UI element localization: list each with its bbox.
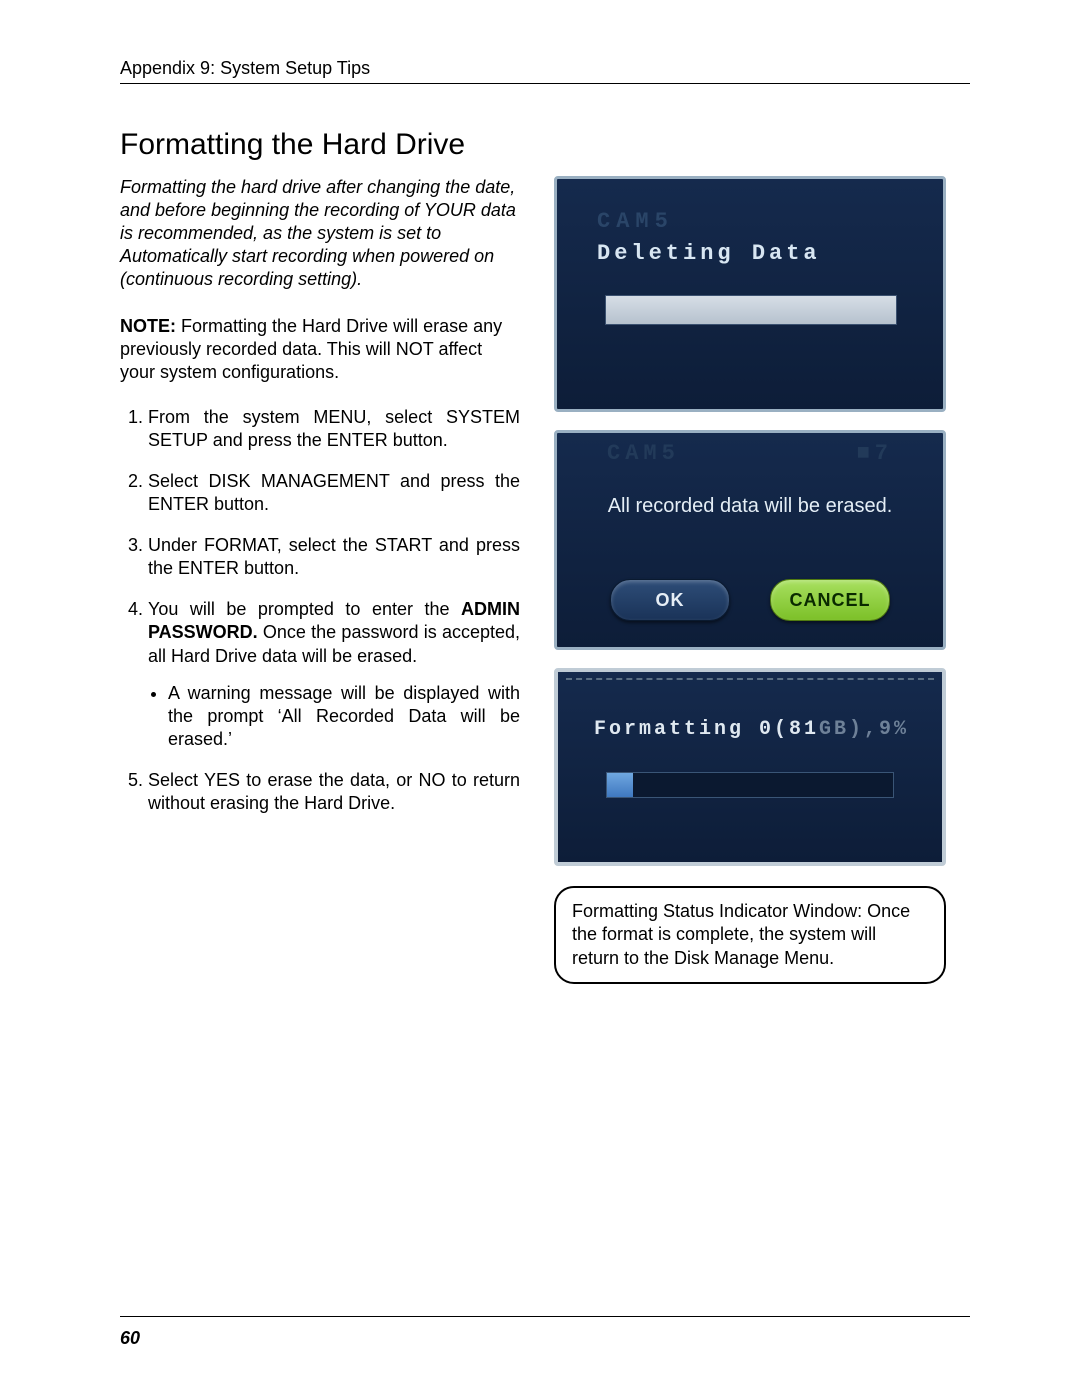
formatting-progress-bar bbox=[606, 772, 894, 798]
formatting-progress-fill bbox=[607, 773, 633, 797]
page: Appendix 9: System Setup Tips Formatting… bbox=[0, 0, 1080, 1397]
cam-ghost-row: CAM5 ■7 bbox=[557, 441, 943, 466]
step-4: You will be prompted to enter the ADMIN … bbox=[148, 598, 520, 750]
cam-ghost-left: CAM5 bbox=[607, 441, 680, 466]
confirm-button-row: OK CANCEL bbox=[557, 579, 943, 621]
page-header: Appendix 9: System Setup Tips bbox=[120, 58, 970, 79]
formatting-label: Formatting 0(81GB),9% bbox=[594, 718, 909, 741]
erase-warning-text: All recorded data will be erased. bbox=[557, 495, 943, 518]
cancel-button[interactable]: CANCEL bbox=[770, 579, 890, 621]
two-column-layout: Formatting the hard drive after changing… bbox=[120, 176, 970, 984]
deleting-data-label: Deleting Data bbox=[597, 241, 821, 266]
formatting-label-main: Formatting 0(81 bbox=[594, 718, 819, 741]
ok-button[interactable]: OK bbox=[610, 579, 730, 621]
text-column: Formatting the hard drive after changing… bbox=[120, 176, 520, 984]
screenshot-formatting-progress: Formatting 0(81GB),9% bbox=[554, 668, 946, 866]
step-4-part-a: You will be prompted to enter the bbox=[148, 599, 461, 619]
cam-ghost-label: CAM5 bbox=[597, 209, 674, 234]
callout-bubble: Formatting Status Indicator Window: Once… bbox=[554, 886, 946, 984]
section-title: Formatting the Hard Drive bbox=[120, 128, 970, 162]
step-3: Under FORMAT, select the START and press… bbox=[148, 534, 520, 580]
step-2: Select DISK MANAGEMENT and press the ENT… bbox=[148, 470, 520, 516]
step-4-bullet-1: A warning message will be displayed with… bbox=[168, 682, 520, 751]
note-prefix: NOTE: bbox=[120, 316, 176, 336]
formatting-label-faded: GB),9% bbox=[819, 718, 909, 741]
step-4-bullets: A warning message will be displayed with… bbox=[148, 682, 520, 751]
footer-rule bbox=[120, 1316, 970, 1317]
deleting-progress-bar bbox=[605, 295, 897, 325]
steps-list: From the system MENU, select SYSTEM SETU… bbox=[120, 406, 520, 814]
note-body: Formatting the Hard Drive will erase any… bbox=[120, 316, 502, 382]
page-number: 60 bbox=[120, 1328, 140, 1349]
screenshot-erase-confirm: CAM5 ■7 All recorded data will be erased… bbox=[554, 430, 946, 650]
header-rule bbox=[120, 83, 970, 84]
step-1: From the system MENU, select SYSTEM SETU… bbox=[148, 406, 520, 452]
note-paragraph: NOTE: Formatting the Hard Drive will era… bbox=[120, 315, 520, 384]
cam-ghost-right: ■7 bbox=[857, 441, 893, 466]
screenshot-column: CAM5 Deleting Data CAM5 ■7 All recorded … bbox=[554, 176, 946, 984]
step-5: Select YES to erase the data, or NO to r… bbox=[148, 769, 520, 815]
dotted-line-icon bbox=[566, 678, 934, 683]
intro-paragraph: Formatting the hard drive after changing… bbox=[120, 176, 520, 291]
screenshot-deleting-data: CAM5 Deleting Data bbox=[554, 176, 946, 412]
